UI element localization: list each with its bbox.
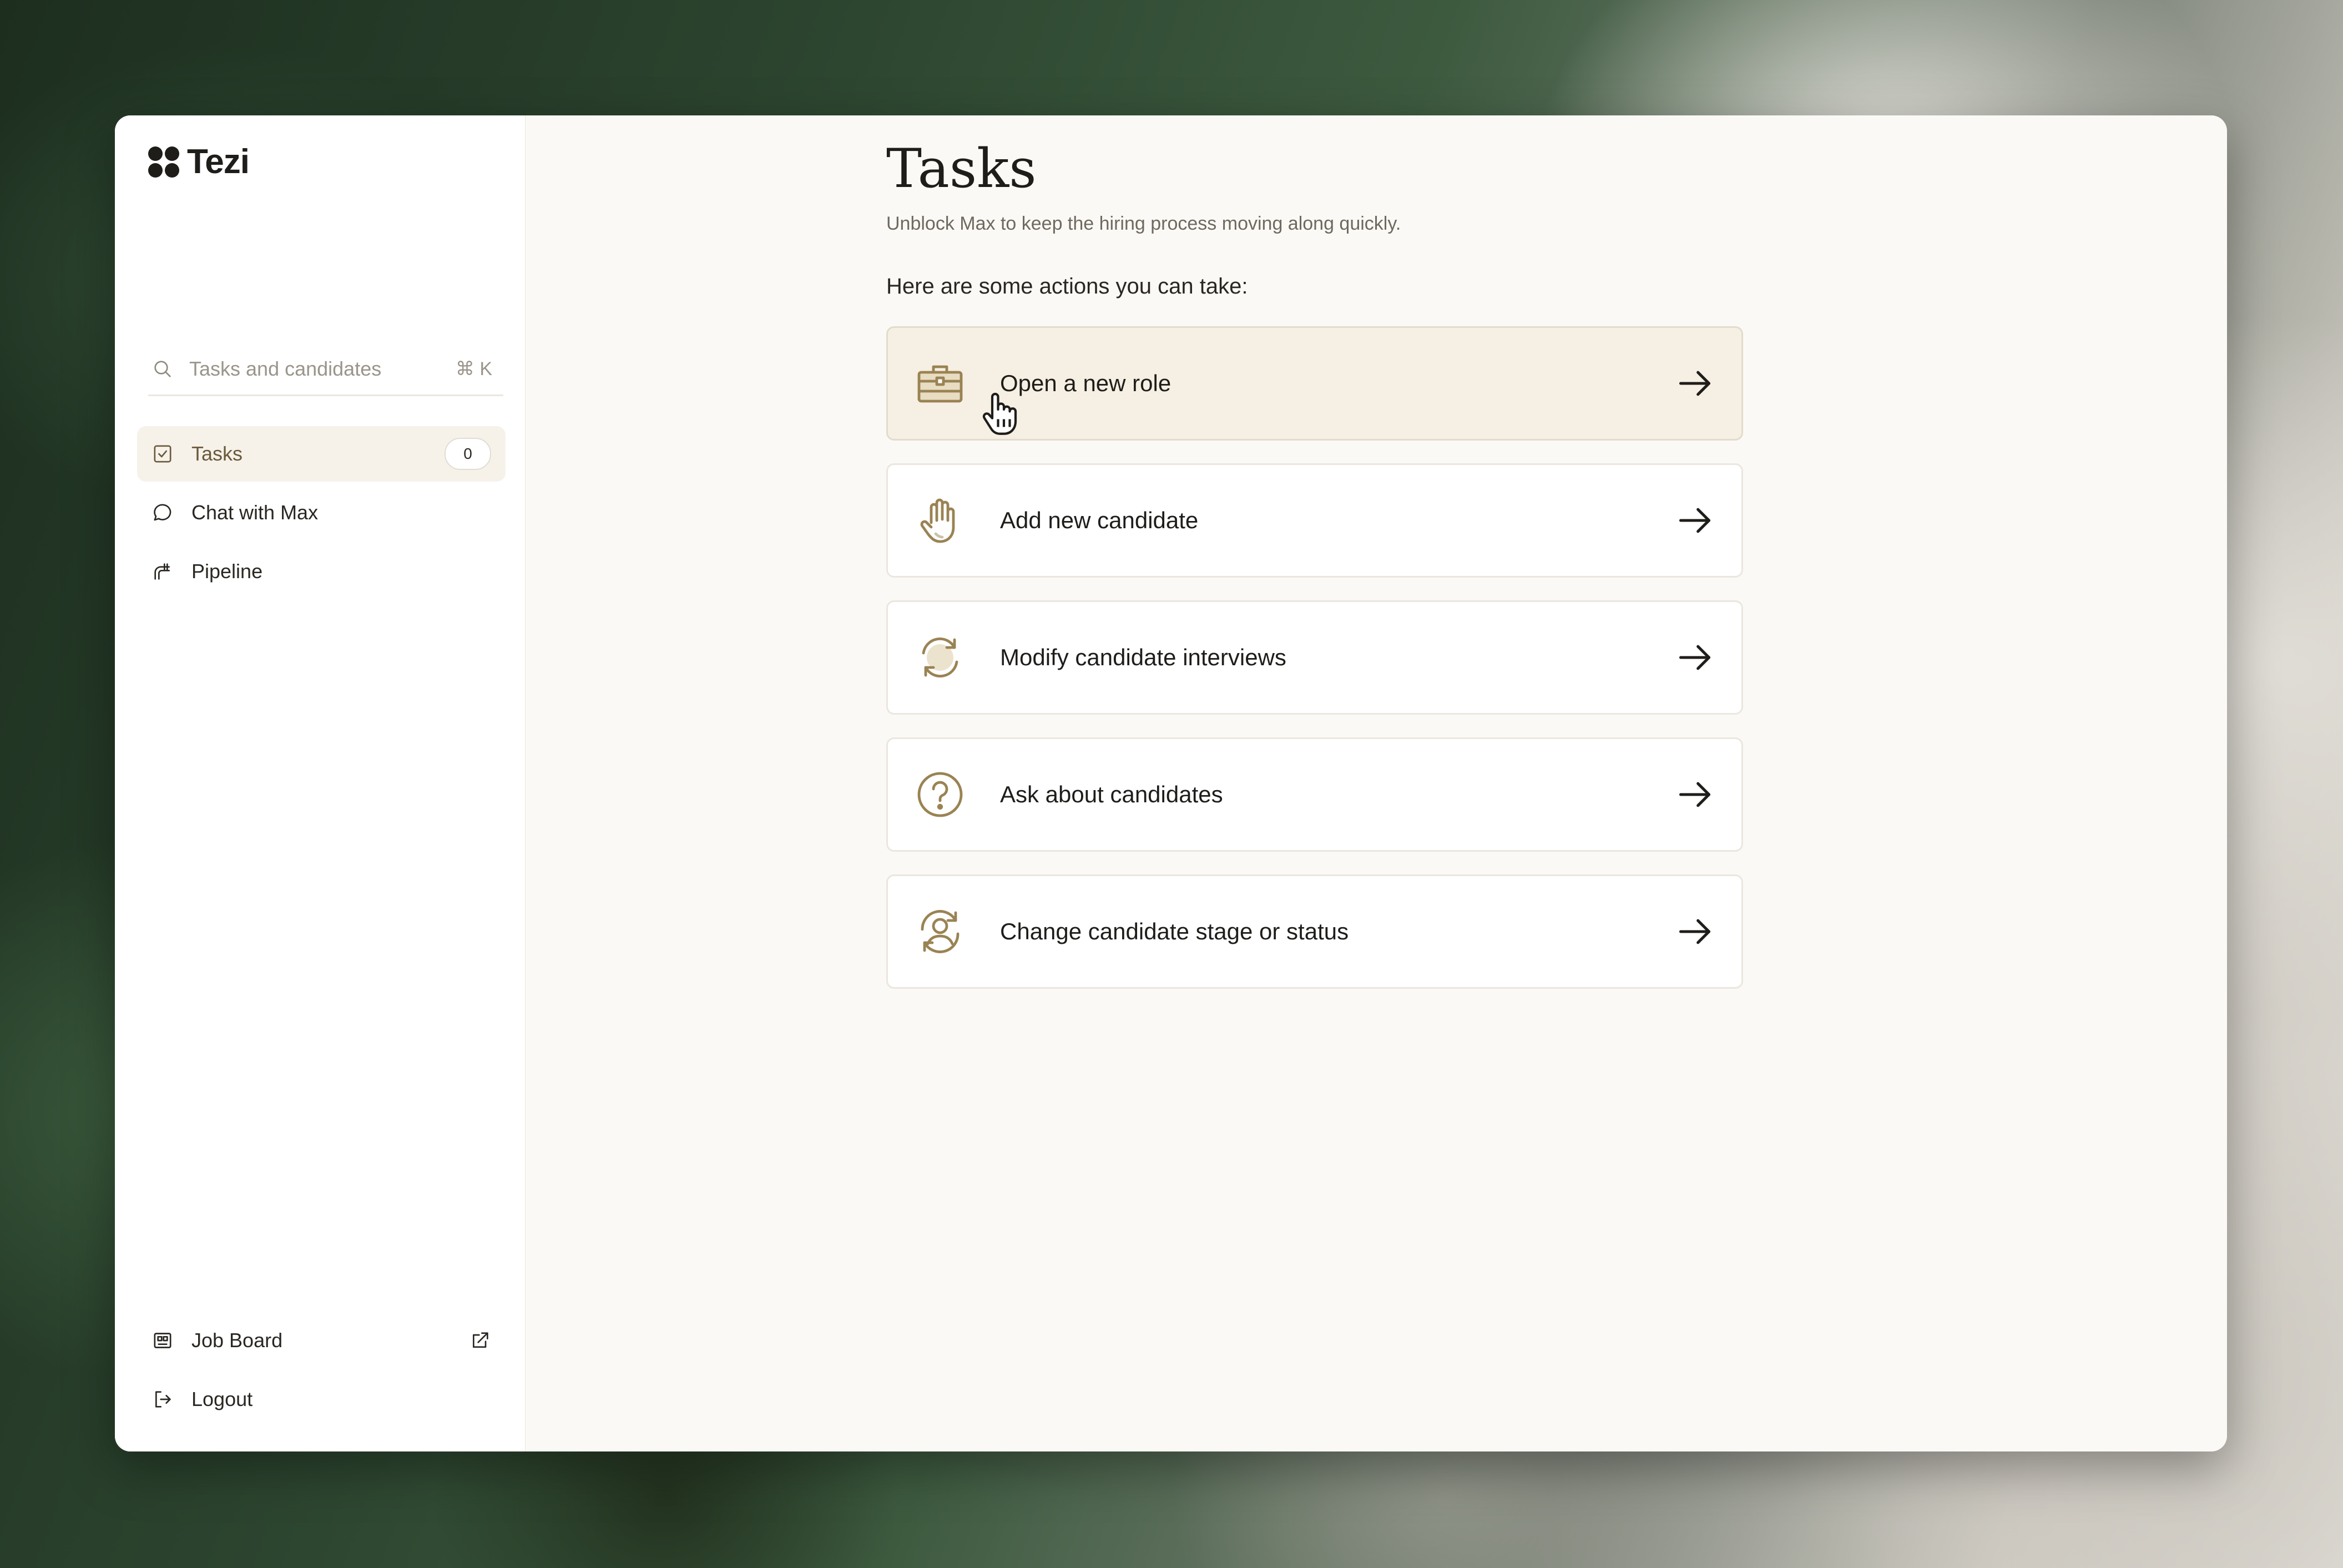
arrow-right-icon: [1679, 508, 1711, 533]
app-name: Tezi: [187, 143, 250, 181]
hand-pointer-cursor-icon: [982, 392, 1017, 435]
sidebar: Tezi ⌘ K Tasks 0 Chat with Max: [115, 115, 526, 1451]
sidebar-item-pipeline[interactable]: Pipeline: [137, 544, 506, 599]
pipeline-icon: [154, 563, 170, 580]
main-content: Tasks Unblock Max to keep the hiring pro…: [526, 115, 2227, 1451]
arrow-right-icon: [1679, 919, 1711, 944]
sidebar-item-logout[interactable]: Logout: [137, 1372, 506, 1427]
sidebar-bottom-nav: Job Board Logout: [137, 1313, 506, 1430]
action-label: Add new candidate: [1000, 507, 1199, 533]
sidebar-item-label: Pipeline: [191, 560, 263, 583]
action-modify-candidate-interviews[interactable]: Modify candidate interviews: [886, 600, 1743, 715]
logo[interactable]: Tezi: [148, 142, 250, 181]
action-change-candidate-stage[interactable]: Change candidate stage or status: [886, 874, 1743, 989]
sidebar-item-tasks[interactable]: Tasks 0: [137, 426, 506, 482]
action-label: Modify candidate interviews: [1000, 644, 1286, 670]
search-shortcut: ⌘ K: [455, 358, 492, 380]
search-input[interactable]: [189, 357, 445, 381]
sidebar-item-label: Logout: [191, 1388, 253, 1410]
arrow-right-icon: [1679, 645, 1711, 670]
job-board-icon: [154, 1333, 171, 1348]
action-add-new-candidate[interactable]: Add new candidate: [886, 463, 1743, 578]
sidebar-nav: Tasks 0 Chat with Max Pipeline: [137, 426, 506, 603]
briefcase-icon: [917, 365, 963, 403]
action-label: Open a new role: [1000, 370, 1172, 396]
sidebar-item-label: Chat with Max: [191, 501, 319, 524]
arrow-right-icon: [1679, 371, 1711, 396]
arrow-right-icon: [1679, 782, 1711, 807]
search-box[interactable]: ⌘ K: [148, 343, 503, 396]
action-label: Change candidate stage or status: [1000, 918, 1349, 944]
page-title: Tasks: [886, 138, 1037, 200]
question-circle-icon: [917, 772, 963, 817]
action-ask-about-candidates[interactable]: Ask about candidates: [886, 737, 1743, 852]
sidebar-item-label: Job Board: [191, 1329, 283, 1352]
app-window: Tezi ⌘ K Tasks 0 Chat with Max: [115, 115, 2227, 1451]
external-link-icon[interactable]: [469, 1329, 491, 1352]
logout-icon: [155, 1391, 171, 1408]
chat-bubble-icon: [154, 504, 171, 521]
checkbox-icon: [154, 445, 171, 463]
action-label: Ask about candidates: [1000, 781, 1223, 807]
page-subtitle: Unblock Max to keep the hiring process m…: [886, 213, 1401, 234]
sidebar-item-chat-with-max[interactable]: Chat with Max: [137, 485, 506, 540]
sidebar-item-label: Tasks: [191, 442, 243, 465]
user-cycle-icon: [921, 910, 960, 953]
raised-hand-icon: [920, 498, 955, 543]
search-icon: [154, 360, 171, 377]
actions-prompt: Here are some actions you can take:: [886, 274, 1248, 299]
refresh-arrows-icon: [922, 638, 958, 677]
sidebar-item-job-board[interactable]: Job Board: [137, 1313, 506, 1368]
tasks-count-badge: 0: [445, 438, 491, 470]
logo-mark-icon: [148, 146, 179, 178]
